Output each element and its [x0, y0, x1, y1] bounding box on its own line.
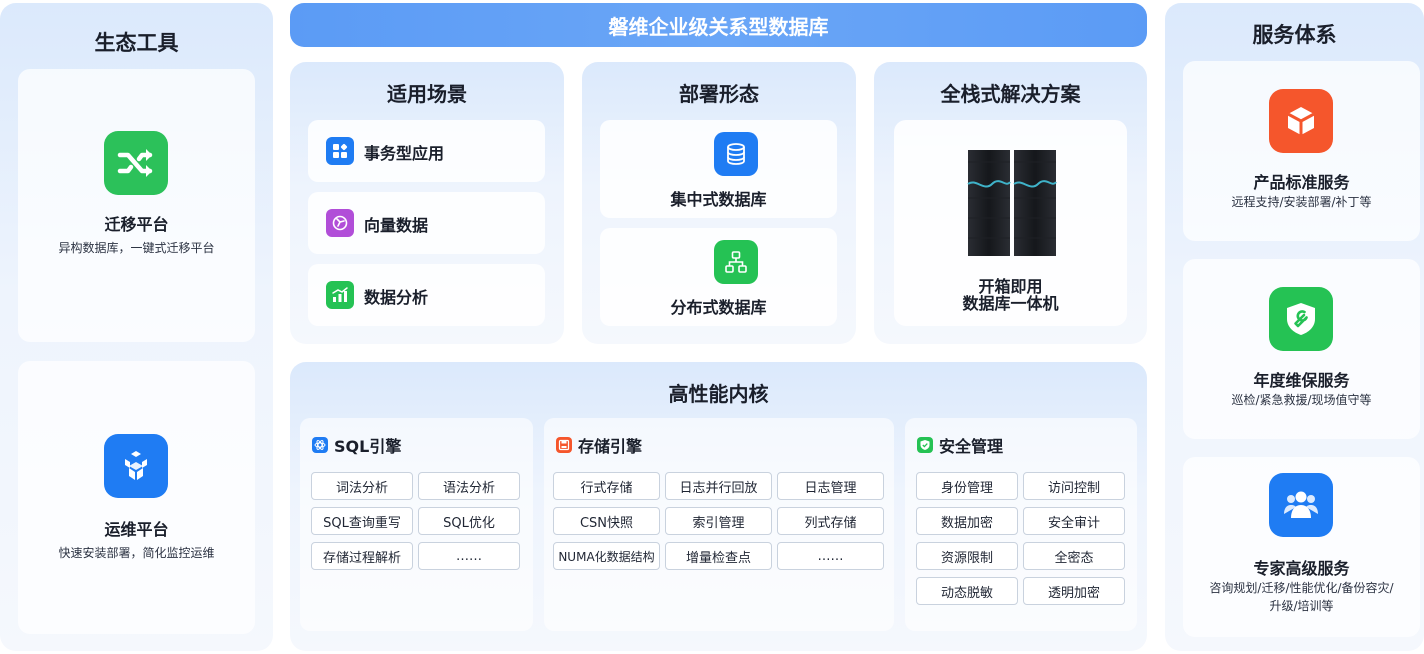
sql-chip[interactable]: SQL查询重写 [311, 507, 413, 535]
migration-desc: 异构数据库，一键式迁移平台 [58, 241, 215, 255]
deploy-label: 分布式数据库 [670, 298, 767, 317]
distributed-icon [714, 240, 758, 284]
fullstack-panel: 全栈式解决方案 开箱即用 数据库一体机 [874, 62, 1147, 344]
scenario-item-vector[interactable]: 向量数据 [308, 192, 545, 254]
scenarios-title: 适用场景 [387, 82, 467, 106]
security-chip[interactable]: 访问控制 [1023, 472, 1125, 500]
storage-chip-more[interactable]: …… [777, 542, 884, 570]
sql-chip-more[interactable]: …… [418, 542, 520, 570]
service-desc-line2: 升级/培训等 [1269, 599, 1334, 613]
scenarios-panel: 适用场景 事务型应用 向量数据 数据分析 [290, 62, 564, 344]
storage-chip[interactable]: 行式存储 [553, 472, 660, 500]
shuffle-icon [104, 131, 168, 195]
grid-icon [326, 137, 354, 165]
wrench-shield-icon [1269, 287, 1333, 351]
scenario-label: 向量数据 [364, 216, 429, 235]
server-rack-image [966, 148, 1058, 258]
storage-chip[interactable]: NUMA化数据结构 [553, 542, 660, 570]
sql-chip[interactable]: 存储过程解析 [311, 542, 413, 570]
service-card-standard[interactable]: 产品标准服务 远程支持/安装部署/补丁等 [1183, 61, 1420, 241]
scenario-item-transaction[interactable]: 事务型应用 [308, 120, 545, 182]
storage-chip[interactable]: 日志并行回放 [665, 472, 772, 500]
deploy-label: 集中式数据库 [670, 190, 767, 209]
service-title: 年度维保服务 [1253, 371, 1350, 390]
scenario-label: 事务型应用 [364, 144, 445, 163]
bar-chart-icon [326, 281, 354, 309]
atom-icon [312, 437, 328, 453]
security-chip[interactable]: 身份管理 [916, 472, 1018, 500]
migration-card[interactable]: 迁移平台 异构数据库，一键式迁移平台 [18, 69, 255, 342]
storage-chip[interactable]: 列式存储 [777, 507, 884, 535]
kernel-title: 高性能内核 [668, 382, 769, 406]
deploy-card-centralized[interactable]: 集中式数据库 [600, 120, 837, 218]
security-panel: 安全管理 身份管理 访问控制 数据加密 安全审计 资源限制 全密态 动态脱敏 透… [905, 418, 1137, 631]
storage-engine-title: 存储引擎 [578, 437, 643, 456]
service-title: 产品标准服务 [1253, 173, 1350, 192]
sql-chip[interactable]: 语法分析 [418, 472, 520, 500]
sql-chip[interactable]: SQL优化 [418, 507, 520, 535]
service-desc: 巡检/紧急救援/现场值守等 [1231, 393, 1372, 407]
deploy-card-distributed[interactable]: 分布式数据库 [600, 228, 837, 326]
ops-card[interactable]: 运维平台 快速安装部署，简化监控运维 [18, 361, 255, 634]
appliance-line2: 数据库一体机 [962, 294, 1059, 313]
services-panel: 服务体系 产品标准服务 远程支持/安装部署/补丁等 年度维保服务 巡检/紧急救援… [1165, 3, 1424, 651]
storage-chip[interactable]: 增量检查点 [665, 542, 772, 570]
security-title: 安全管理 [939, 437, 1004, 456]
cubes-icon [104, 434, 168, 498]
service-desc: 咨询规划/迁移/性能优化/备份容灾/ [1209, 581, 1394, 595]
storage-chip[interactable]: CSN快照 [553, 507, 660, 535]
appliance-card[interactable]: 开箱即用 数据库一体机 [894, 120, 1127, 326]
scenario-label: 数据分析 [364, 288, 429, 307]
security-chip[interactable]: 数据加密 [916, 507, 1018, 535]
fullstack-title: 全栈式解决方案 [940, 82, 1081, 106]
scenario-item-analytics[interactable]: 数据分析 [308, 264, 545, 326]
security-chip[interactable]: 安全审计 [1023, 507, 1125, 535]
people-icon [1269, 473, 1333, 537]
service-card-expert[interactable]: 专家高级服务 咨询规划/迁移/性能优化/备份容灾/ 升级/培训等 [1183, 457, 1420, 637]
deployment-title: 部署形态 [679, 82, 759, 106]
ops-desc: 快速安装部署，简化监控运维 [58, 546, 215, 560]
migration-title: 迁移平台 [104, 215, 169, 234]
security-chip[interactable]: 动态脱敏 [916, 577, 1018, 605]
ecosystem-panel: 生态工具 迁移平台 异构数据库，一键式迁移平台 运维平台 快速安装部署，简化监控… [0, 3, 273, 651]
sql-chip[interactable]: 词法分析 [311, 472, 413, 500]
cube-icon [1269, 89, 1333, 153]
service-title: 专家高级服务 [1253, 559, 1350, 578]
ecosystem-title: 生态工具 [94, 31, 179, 55]
storage-engine-panel: 存储引擎 行式存储 日志并行回放 日志管理 CSN快照 索引管理 列式存储 NU… [544, 418, 894, 631]
database-icon [714, 132, 758, 176]
service-card-annual[interactable]: 年度维保服务 巡检/紧急救援/现场值守等 [1183, 259, 1420, 439]
security-chip[interactable]: 全密态 [1023, 542, 1125, 570]
sql-engine-panel: SQL引擎 词法分析 语法分析 SQL查询重写 SQL优化 存储过程解析 …… [300, 418, 533, 631]
storage-chip[interactable]: 索引管理 [665, 507, 772, 535]
vector-icon [326, 209, 354, 237]
deployment-panel: 部署形态 集中式数据库 分布式数据库 [582, 62, 856, 344]
service-desc: 远程支持/安装部署/补丁等 [1231, 195, 1372, 209]
sql-engine-title: SQL引擎 [334, 437, 402, 456]
services-title: 服务体系 [1252, 23, 1337, 47]
security-chip[interactable]: 资源限制 [916, 542, 1018, 570]
shield-check-icon [917, 437, 933, 453]
security-chip[interactable]: 透明加密 [1023, 577, 1125, 605]
product-banner: 磐维企业级关系型数据库 [290, 3, 1147, 47]
storage-chip[interactable]: 日志管理 [777, 472, 884, 500]
ops-title: 运维平台 [104, 520, 169, 539]
kernel-panel: 高性能内核 SQL引擎 词法分析 语法分析 SQL查询重写 SQL优化 存储过程… [290, 362, 1147, 651]
save-icon [556, 437, 572, 453]
